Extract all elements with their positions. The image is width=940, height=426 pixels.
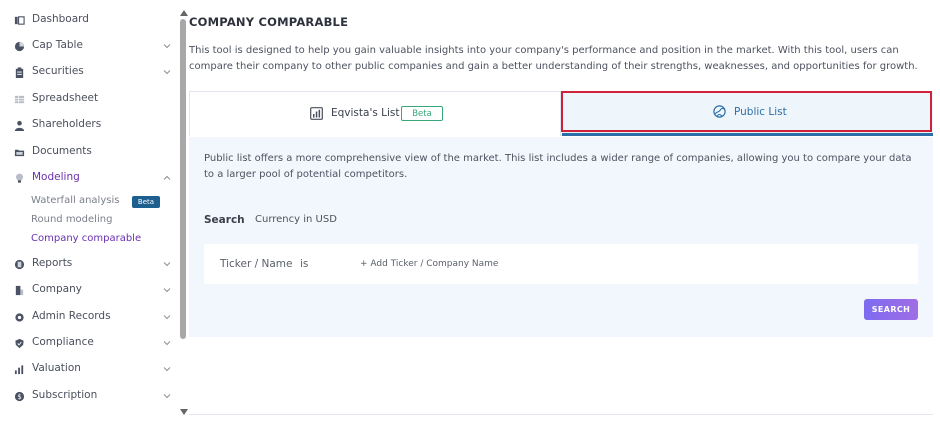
sidebar-item-modeling[interactable]: Modeling <box>0 168 178 190</box>
sidebar-item-label: Reports <box>32 257 73 269</box>
scroll-up-arrow[interactable] <box>180 10 188 16</box>
filter-operator: is <box>300 258 309 270</box>
beta-badge: Beta <box>401 106 443 121</box>
chevron-down-icon <box>163 315 171 320</box>
sidebar-item-compliance[interactable]: Compliance <box>0 333 178 355</box>
scrollbar-thumb[interactable] <box>180 19 186 339</box>
spreadsheet-icon <box>14 95 25 104</box>
add-ticker-button[interactable]: + Add Ticker / Company Name <box>360 259 498 269</box>
sidebar-subitem-company-comparable[interactable]: Company comparable <box>31 233 141 249</box>
sidebar-item-reports[interactable]: Reports <box>0 254 178 276</box>
sidebar-item-shareholders[interactable]: Shareholders <box>0 115 178 137</box>
chevron-down-icon <box>163 44 171 49</box>
sidebar-item-label: Company <box>32 283 82 295</box>
filter-field-label: Ticker / Name <box>220 258 293 270</box>
tab-label: Eqvista's List <box>331 107 400 119</box>
dollar-icon: $ <box>14 391 25 402</box>
intro-text: This tool is designed to help you gain v… <box>189 45 918 72</box>
sidebar-item-dashboard[interactable]: Dashboard <box>0 10 178 32</box>
person-icon <box>14 120 25 131</box>
tab-bar: Eqvista's List Beta Public List <box>189 91 933 136</box>
globe-icon <box>713 105 726 118</box>
reports-icon <box>14 259 25 270</box>
chevron-down-icon <box>163 341 171 346</box>
sidebar-item-label: Documents <box>32 145 92 157</box>
chevron-down-icon <box>163 367 171 372</box>
sidebar-item-company[interactable]: Company <box>0 280 178 302</box>
chevron-down-icon <box>163 262 171 267</box>
chevron-up-icon <box>163 175 171 180</box>
folder-icon <box>14 149 25 157</box>
sidebar-item-label: Dashboard <box>32 13 89 25</box>
currency-label: Currency in USD <box>255 214 337 225</box>
tab-public-list[interactable]: Public List <box>562 91 933 136</box>
chevron-down-icon <box>163 394 171 399</box>
filter-row: Ticker / Name is + Add Ticker / Company … <box>204 244 918 284</box>
sidebar-subitem-waterfall-analysis[interactable]: Waterfall analysis <box>31 195 119 211</box>
chart-icon <box>310 107 323 120</box>
sidebar: Dashboard Cap Table Securities Spreadshe… <box>0 0 178 426</box>
page-title: COMPANY COMPARABLE <box>189 15 349 29</box>
panel-description: Public list offers a more comprehensive … <box>204 153 912 180</box>
lightbulb-icon <box>16 173 23 183</box>
dashboard-icon <box>14 16 25 25</box>
admin-icon <box>15 313 24 322</box>
chevron-down-icon <box>163 288 171 293</box>
sidebar-item-label: Valuation <box>32 362 81 374</box>
sidebar-item-label: Subscription <box>32 389 98 401</box>
sidebar-subitem-round-modeling[interactable]: Round modeling <box>31 214 112 230</box>
sidebar-item-label: Compliance <box>32 336 94 348</box>
sidebar-item-valuation[interactable]: Valuation <box>0 359 178 381</box>
sidebar-item-documents[interactable]: Documents <box>0 142 178 164</box>
sidebar-item-subscription[interactable]: $ Subscription <box>0 386 178 408</box>
search-label: Search <box>204 214 245 226</box>
tab-eqvista-list[interactable]: Eqvista's List Beta <box>189 91 561 136</box>
chevron-down-icon <box>163 70 171 75</box>
sidebar-item-label: Cap Table <box>32 39 83 51</box>
clipboard-icon <box>15 67 24 78</box>
sidebar-item-label: Securities <box>32 65 84 77</box>
sidebar-item-label: Shareholders <box>32 118 102 130</box>
public-list-panel: Public list offers a more comprehensive … <box>189 137 933 337</box>
scroll-down-arrow[interactable] <box>180 409 188 415</box>
sidebar-item-securities[interactable]: Securities <box>0 62 178 84</box>
building-icon <box>15 285 24 296</box>
search-button[interactable]: SEARCH <box>864 299 918 320</box>
sidebar-item-admin-records[interactable]: Admin Records <box>0 307 178 329</box>
sidebar-item-label: Modeling <box>32 171 80 183</box>
sidebar-item-spreadsheet[interactable]: Spreadsheet <box>0 89 178 111</box>
divider <box>189 414 933 415</box>
tab-label: Public List <box>734 106 787 118</box>
sidebar-item-label: Admin Records <box>32 310 111 322</box>
sidebar-item-label: Spreadsheet <box>32 92 99 104</box>
sidebar-item-cap-table[interactable]: Cap Table <box>0 36 178 58</box>
beta-badge: Beta <box>132 196 160 208</box>
svg-text:$: $ <box>17 393 21 401</box>
bar-chart-icon <box>14 365 24 375</box>
shield-check-icon <box>15 338 24 349</box>
pie-chart-icon <box>14 41 25 52</box>
